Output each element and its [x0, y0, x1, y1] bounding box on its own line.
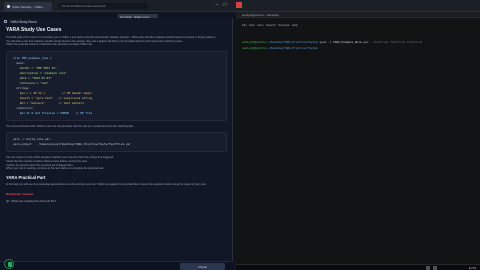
- room-content: YARA Study Use Cases The third goal of t…: [6, 27, 227, 203]
- practical-title: YARA Practical Part: [6, 174, 46, 180]
- browser-tab[interactable]: Cyber Security - YARA...: [4, 2, 52, 11]
- browser-toolbar: Cyber Security - YARA... 10.10.44.18/roo…: [0, 0, 480, 12]
- terminal-menu: File Edit View Search Terminal Help: [242, 23, 298, 27]
- prompt-path: :~/Desktop/YARA_Practice/Tests$: [265, 40, 318, 44]
- intro-paragraph-3: Follow the example below to understand t…: [6, 43, 93, 47]
- menu-help[interactable]: Help: [292, 23, 298, 27]
- taskbar: 11:53: [236, 264, 480, 270]
- menu-edit[interactable]: Edit: [249, 23, 254, 27]
- prompt-output: TestFile1 TestFile2 TestFile3: [373, 40, 423, 44]
- volume-icon[interactable]: [433, 266, 437, 270]
- assistant-bot-icon[interactable]: [4, 259, 14, 269]
- close-icon[interactable]: [236, 2, 242, 8]
- room-panel: YARA Study Room YARA Study Use Cases The…: [0, 18, 233, 270]
- address-bar[interactable]: 10.10.44.18/room/yara-study-lab: [58, 3, 148, 9]
- terminal-panel[interactable]: File Edit View Search Terminal Help anal…: [236, 18, 480, 270]
- clock: 11:53: [468, 266, 476, 270]
- menu-terminal[interactable]: Terminal: [278, 23, 289, 27]
- terminal-line-1: analyst@ubuntu:~/Desktop/YARA_Practice/T…: [242, 40, 422, 44]
- terminal-title: analyst@ubuntu: ~/Desktop: [242, 13, 279, 17]
- menu-search[interactable]: Search: [266, 23, 276, 27]
- maximize-icon[interactable]: □: [222, 2, 228, 8]
- check-button[interactable]: Check: [180, 263, 225, 270]
- network-icon[interactable]: [426, 266, 430, 270]
- prompt-path: :~/Desktop/YARA_Practice/Tests$: [265, 46, 318, 50]
- prompt-user: analyst@ubuntu: [242, 40, 266, 44]
- command-block: yara -r build_rule.yar . yara_output /ho…: [6, 132, 227, 153]
- room-heading: YARA Study Room: [10, 19, 37, 24]
- room-header: YARA Study Room: [0, 18, 233, 25]
- practical-warning[interactable]: Download / Answer: [6, 192, 227, 196]
- tab-favicon-icon: [7, 5, 10, 8]
- tab-title: Cyber Security - YARA...: [12, 4, 45, 9]
- terminal-line-2: analyst@ubuntu:~/Desktop/YARA_Practice/T…: [242, 46, 318, 50]
- menu-view[interactable]: View: [257, 23, 263, 27]
- after-code-text: The command below tells YARA to scan the…: [6, 124, 134, 128]
- checkbox-icon[interactable]: [4, 20, 7, 23]
- task-question: Q1. What rule matched the first test fil…: [6, 199, 56, 204]
- code-block: rule TMP_example_rule { meta: author = "…: [6, 50, 227, 121]
- menu-file[interactable]: File: [242, 23, 247, 27]
- task-title: YARA Study Use Cases: [6, 27, 62, 33]
- command-line: yara_output /home/analyst/Desktop/YARA_P…: [13, 142, 131, 147]
- code-line: $a1 at 0 and filesize < 500KB // PE file: [13, 110, 93, 115]
- prompt-command: yara -r YARA_Example_Rule.yar .: [319, 40, 372, 44]
- prompt-user: analyst@ubuntu: [242, 46, 266, 50]
- minimize-icon[interactable]: –: [214, 2, 220, 8]
- address-text: 10.10.44.18/room/yara-study-lab: [62, 4, 106, 8]
- extra-text: When your rule is working, continue to t…: [6, 167, 104, 171]
- practical-text: In this task you will use the knowledge …: [6, 182, 207, 186]
- room-footer: Check: [0, 261, 233, 270]
